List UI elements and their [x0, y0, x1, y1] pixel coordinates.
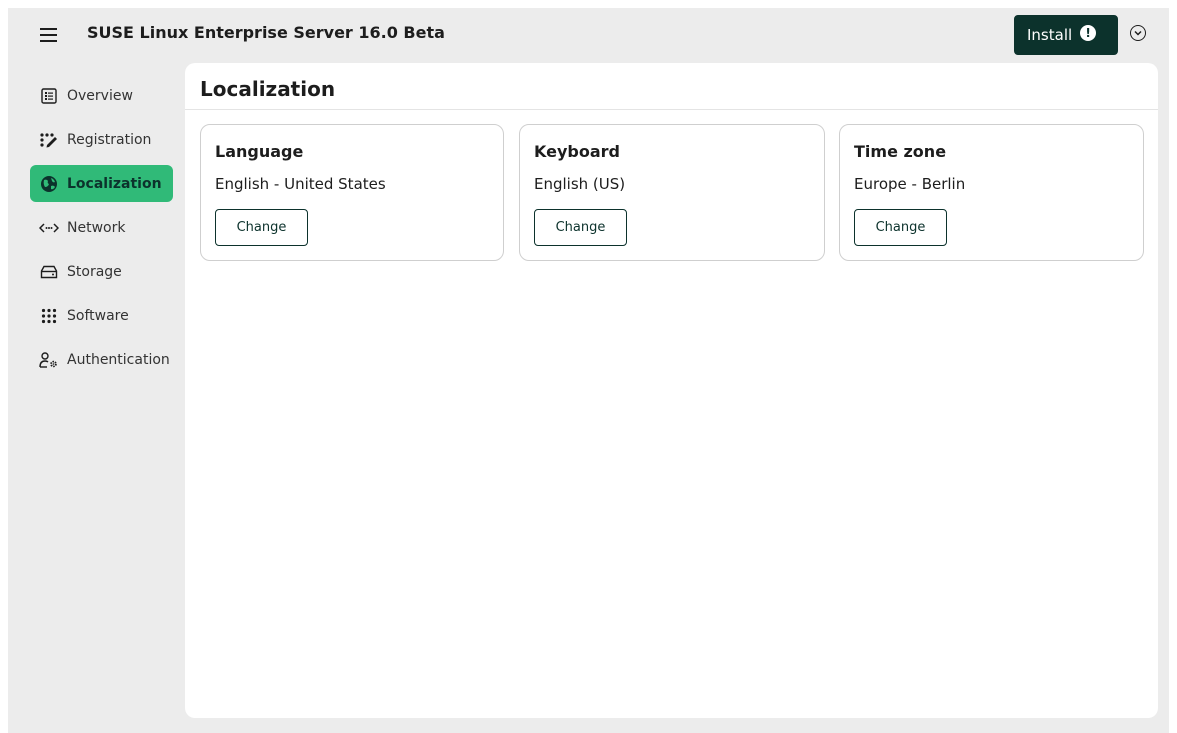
card-title: Language — [215, 142, 304, 161]
storage-icon — [39, 263, 59, 281]
page-title: Localization — [200, 77, 336, 101]
sidebar-item-registration[interactable]: Registration — [30, 121, 173, 158]
change-keyboard-button[interactable]: Change — [534, 209, 627, 246]
card-title: Keyboard — [534, 142, 620, 161]
time-zone-card: Time zone Europe - Berlin Change — [839, 124, 1144, 261]
header: SUSE Linux Enterprise Server 16.0 Beta I… — [8, 8, 1169, 62]
app-window: SUSE Linux Enterprise Server 16.0 Beta I… — [8, 8, 1169, 733]
sidebar-item-label: Localization — [67, 175, 162, 192]
user-gear-icon — [39, 351, 59, 369]
change-language-button[interactable]: Change — [215, 209, 308, 246]
sidebar-item-network[interactable]: Network — [30, 209, 173, 246]
hamburger-menu-icon[interactable] — [38, 25, 60, 45]
install-button-label: Install — [1027, 26, 1073, 44]
card-value: English (US) — [534, 175, 626, 193]
sidebar-item-authentication[interactable]: Authentication — [30, 341, 173, 378]
keyboard-card: Keyboard English (US) Change — [519, 124, 825, 261]
install-button[interactable]: Install ! — [1014, 15, 1118, 55]
network-icon — [39, 219, 59, 237]
sidebar-item-label: Software — [67, 307, 129, 324]
divider — [185, 109, 1158, 110]
language-card: Language English - United States Change — [200, 124, 504, 261]
card-value: English - United States — [215, 175, 386, 193]
sidebar-item-localization[interactable]: Localization — [30, 165, 173, 202]
registration-icon — [39, 131, 59, 149]
chevron-down-circle-icon[interactable] — [1130, 25, 1146, 41]
list-icon — [39, 87, 59, 105]
sidebar-item-label: Overview — [67, 87, 133, 104]
app-title: SUSE Linux Enterprise Server 16.0 Beta — [87, 23, 445, 42]
sidebar-item-label: Authentication — [67, 351, 170, 368]
sidebar-item-overview[interactable]: Overview — [30, 77, 173, 114]
sidebar-item-label: Network — [67, 219, 126, 236]
sidebar-item-software[interactable]: Software — [30, 297, 173, 334]
card-title: Time zone — [854, 142, 947, 161]
sidebar-item-label: Registration — [67, 131, 152, 148]
globe-icon — [39, 175, 59, 193]
sidebar-item-label: Storage — [67, 263, 122, 280]
grid-dots-icon — [39, 307, 59, 325]
main-panel: Localization Language English - United S… — [185, 63, 1158, 718]
alert-icon: ! — [1080, 25, 1097, 41]
sidebar-item-storage[interactable]: Storage — [30, 253, 173, 290]
change-time-zone-button[interactable]: Change — [854, 209, 947, 246]
card-value: Europe - Berlin — [854, 175, 966, 193]
